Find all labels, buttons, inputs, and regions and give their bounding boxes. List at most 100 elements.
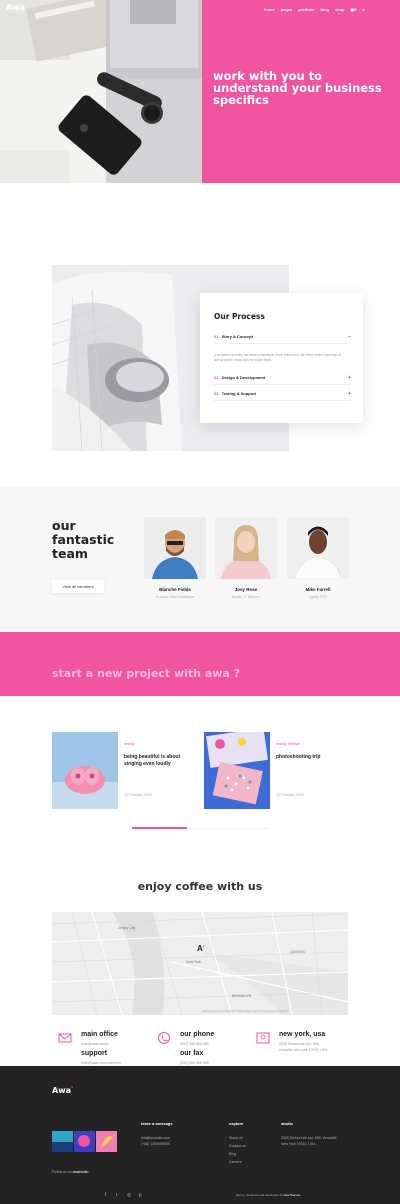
footer-email[interactable]: info@yoursite.com bbox=[141, 1136, 170, 1140]
instagram-icon[interactable]: ◎ bbox=[127, 1192, 131, 1198]
mail-icon bbox=[58, 1033, 72, 1043]
gallery-thumb[interactable] bbox=[96, 1131, 117, 1152]
accordion-item-testing[interactable]: 03. Testing & Support + bbox=[214, 391, 351, 397]
footer-col-title: leave a message bbox=[141, 1121, 173, 1126]
blog-post-card[interactable]: beauty being beautiful is about singing … bbox=[52, 732, 200, 809]
post-category[interactable]: beauty, lifestyle bbox=[276, 742, 300, 746]
footer-logo-dot: ° bbox=[70, 1086, 74, 1092]
footer-address: New York 10010, USA bbox=[281, 1142, 316, 1146]
team-title-line: team bbox=[52, 546, 88, 561]
desk-photo-illustration bbox=[0, 0, 202, 183]
member-photo bbox=[215, 517, 277, 579]
location-pin-icon bbox=[256, 1032, 270, 1044]
cta-banner[interactable] bbox=[0, 632, 400, 696]
footer-link[interactable]: Blog bbox=[229, 1152, 236, 1156]
slider-progress[interactable] bbox=[132, 827, 187, 829]
nav-blog[interactable]: blog bbox=[320, 7, 328, 12]
footer-logo-text: Awa bbox=[52, 1086, 71, 1095]
footer-col-title: explore bbox=[229, 1121, 244, 1126]
marker-dot: • bbox=[202, 944, 205, 950]
post-title[interactable]: being beautiful is about singing even lo… bbox=[124, 754, 196, 768]
twitter-icon[interactable]: t bbox=[116, 1192, 117, 1197]
map-heading: enjoy coffee with us bbox=[137, 880, 263, 893]
process-title: Our Process bbox=[214, 312, 265, 321]
accordion-number: 01. bbox=[214, 334, 220, 339]
footer-link[interactable]: Careers bbox=[229, 1160, 241, 1164]
member-role: Studio, IT Director bbox=[231, 595, 261, 599]
facebook-icon[interactable]: f bbox=[105, 1192, 106, 1197]
post-date: 22 February 2018 bbox=[276, 793, 304, 797]
cta-text[interactable]: start a new project with awa ? bbox=[52, 667, 240, 680]
map-label: BROOKLYN bbox=[232, 994, 252, 998]
credit-link[interactable]: AweThemes bbox=[284, 1193, 301, 1197]
main-office-title: main office bbox=[81, 1031, 118, 1038]
address-title: new york, usa bbox=[279, 1031, 326, 1038]
main-nav: home pages portfolio blog shop ▣0 ⌕ bbox=[264, 7, 365, 12]
gallery-thumb[interactable] bbox=[52, 1131, 73, 1152]
support-email[interactable]: hello@awa.com/volunteer bbox=[81, 1061, 121, 1065]
follow-handle[interactable]: awastudio bbox=[73, 1170, 89, 1174]
post-category[interactable]: beauty bbox=[124, 742, 135, 746]
follow-text: Follow us on awastudio bbox=[52, 1170, 88, 1174]
search-icon[interactable]: ⌕ bbox=[362, 7, 364, 12]
main-office-email[interactable]: hello@awa.studio bbox=[81, 1042, 109, 1046]
footer-link[interactable]: Contact us bbox=[229, 1144, 246, 1148]
footer-address: 2005 Stokes Isle Apt. 896, Venaville bbox=[281, 1136, 337, 1140]
nav-pages[interactable]: pages bbox=[281, 7, 293, 12]
address-line: 2005 Stokes Isle Apt. 896, bbox=[279, 1042, 320, 1046]
member-portrait bbox=[215, 517, 277, 579]
cart-button[interactable]: ▣0 bbox=[350, 7, 356, 12]
hero-section: Awa home pages portfolio blog shop ▣0 ⌕ … bbox=[0, 0, 400, 183]
address-line: venaville new york 10010, USA bbox=[279, 1048, 328, 1052]
footer-logo[interactable]: Awa° bbox=[52, 1086, 73, 1095]
accordion-number: 02. bbox=[214, 375, 220, 380]
member-portrait bbox=[287, 517, 349, 579]
team-title-line: our bbox=[52, 518, 76, 533]
credit-text: Elmoo, designed and developed by bbox=[236, 1193, 283, 1197]
divider bbox=[214, 384, 351, 385]
accordion-item-story[interactable]: 01. Story & Concept − bbox=[214, 334, 351, 340]
map-label: Jersey City bbox=[118, 926, 136, 930]
plus-icon: + bbox=[348, 391, 351, 397]
team-member-card[interactable]: Josy Rose Studio, IT Director bbox=[215, 517, 277, 599]
hero-title: work with you to understand your busines… bbox=[213, 69, 382, 107]
footer-link[interactable]: About us bbox=[229, 1136, 243, 1140]
post-image bbox=[204, 732, 270, 809]
post-date: 22 February 2018 bbox=[124, 793, 152, 797]
blog-post-card[interactable]: beauty, lifestyle photoshooting trip 22 … bbox=[204, 732, 352, 809]
post-title[interactable]: photoshooting trip bbox=[276, 754, 348, 761]
member-name: Josy Rose bbox=[234, 587, 258, 592]
nav-portfolio[interactable]: portfolio bbox=[298, 7, 314, 12]
footer-phone[interactable]: (+88) 1205698909 bbox=[141, 1142, 170, 1146]
fax-title: our fax bbox=[180, 1050, 204, 1057]
fax-value: (562) 568 658 965 bbox=[180, 1061, 209, 1065]
post-illustration bbox=[52, 732, 118, 809]
phone-value[interactable]: (562) 568 654 985 bbox=[180, 1042, 209, 1046]
follow-label: Follow us on bbox=[52, 1170, 72, 1174]
nav-shop[interactable]: shop bbox=[335, 7, 345, 12]
nav-home[interactable]: home bbox=[264, 7, 275, 12]
accordion-number: 03. bbox=[214, 391, 220, 396]
location-map[interactable]: Jersey City New York BROOKLYN QUEENS A• … bbox=[52, 912, 348, 1015]
site-logo[interactable]: Awa bbox=[6, 3, 25, 12]
post-illustration bbox=[204, 732, 270, 809]
support-title: support bbox=[81, 1050, 108, 1057]
team-title: our fantastic team bbox=[52, 519, 114, 561]
cart-count: 0 bbox=[354, 7, 357, 12]
team-member-card[interactable]: Blanche Fields Account, Web Developer bbox=[144, 517, 206, 599]
member-name: Mike Farrell bbox=[305, 587, 331, 592]
pinterest-icon[interactable]: p bbox=[139, 1192, 142, 1197]
footer-credit: Elmoo, designed and developed by AweThem… bbox=[236, 1193, 300, 1197]
divider bbox=[214, 343, 351, 344]
logo-text: Awa bbox=[6, 3, 25, 12]
member-portrait bbox=[144, 517, 206, 579]
footer-gallery bbox=[52, 1131, 117, 1152]
map-attribution: Keyboard shortcuts Map data ©2018 Google… bbox=[202, 1010, 289, 1013]
map-marker-icon[interactable]: A• bbox=[197, 944, 205, 953]
accordion-item-design[interactable]: 02. Design & Development + bbox=[214, 375, 351, 381]
team-member-card[interactable]: Mike Farrell Agent, CTO bbox=[287, 517, 349, 599]
member-name: Blanche Fields bbox=[159, 587, 191, 592]
gallery-thumb[interactable] bbox=[74, 1131, 95, 1152]
hero-photo: Awa bbox=[0, 0, 202, 183]
view-all-members-button[interactable]: View all members bbox=[52, 580, 104, 593]
